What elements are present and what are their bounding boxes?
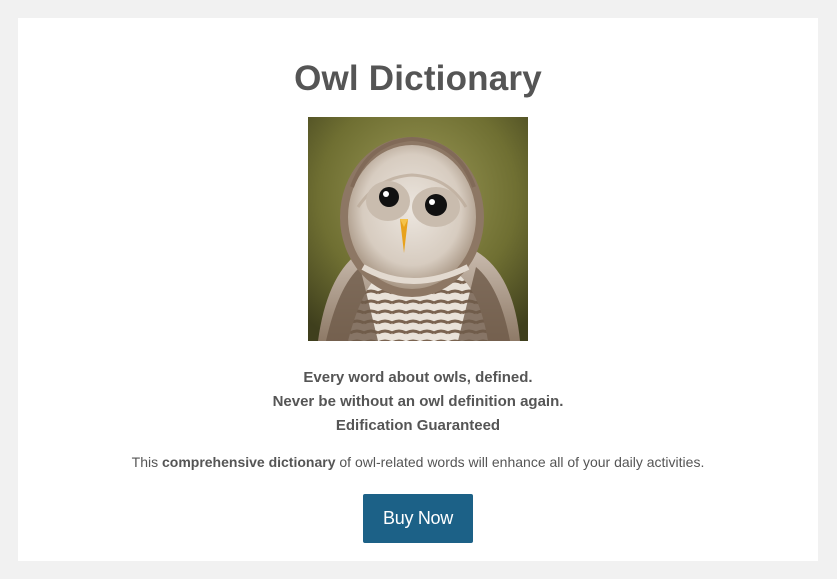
tagline: Every word about owls, defined. xyxy=(303,369,533,386)
description-prefix: This xyxy=(131,454,162,470)
buy-now-button[interactable]: Buy Now xyxy=(363,494,473,543)
owl-photo xyxy=(308,117,528,341)
description-emphasis: comprehensive dictionary xyxy=(161,454,336,470)
page-title: Owl Dictionary xyxy=(294,59,542,98)
tagline: Edification Guaranteed xyxy=(335,417,501,434)
taglines: Every word about owls, defined. Never be… xyxy=(18,366,818,438)
description-suffix: of owl-related words will enhance all of… xyxy=(335,454,705,470)
product-description: This comprehensive dictionary of owl-rel… xyxy=(18,454,818,470)
product-card: Owl Dictionary Every word about owls, de… xyxy=(18,18,818,561)
tagline: Never be without an owl definition again… xyxy=(272,393,564,410)
